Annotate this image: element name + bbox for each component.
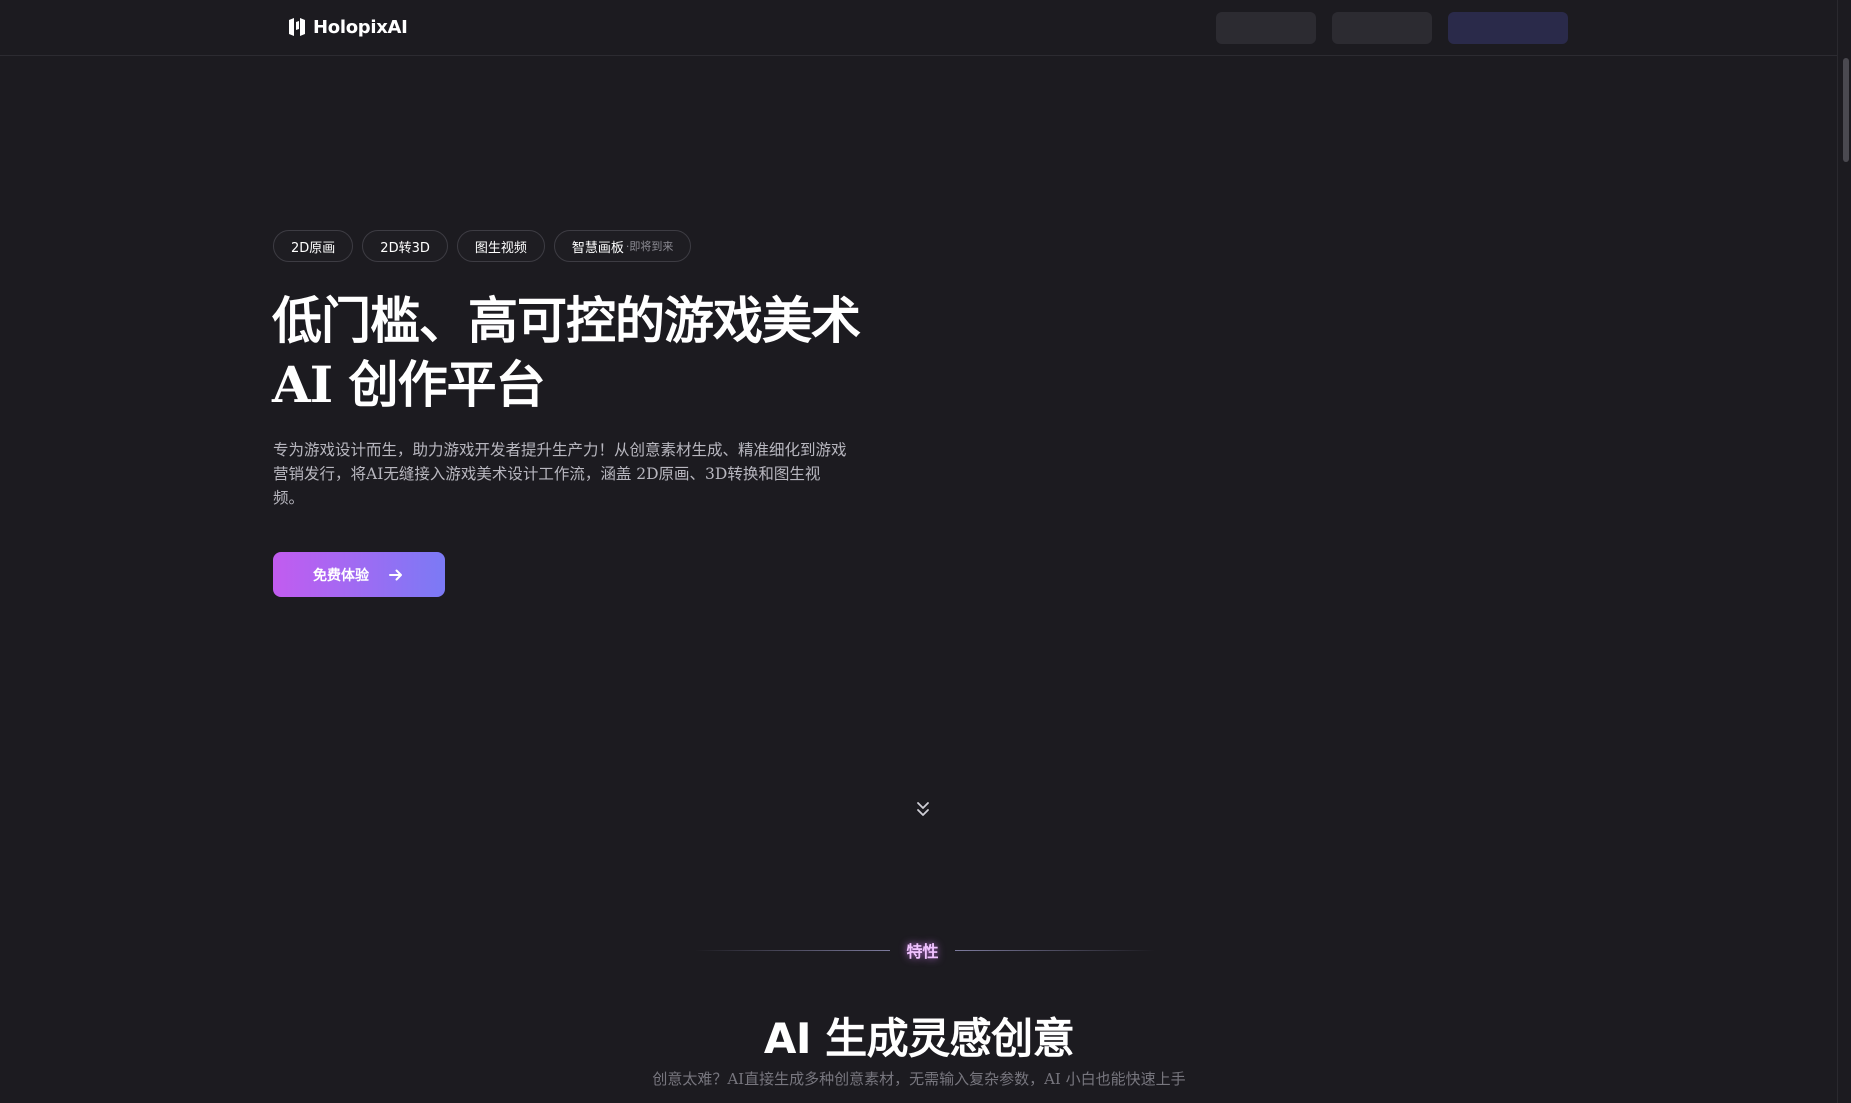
scrollbar[interactable] — [1837, 0, 1851, 1103]
tag-label: 图生视频 — [474, 240, 527, 256]
hero-description: 专为游戏设计而生，助力游戏开发者提升生产力！从创意素材生成、精准细化到游戏营销发… — [273, 441, 847, 507]
hero-title: 低门槛、高可控的游戏美术 AI 创作平台 — [272, 290, 912, 417]
page: HolopixAI 2D原画 2D转3D 图生视频 智慧画板 ·即将到来 低门槛… — [0, 0, 1851, 1103]
tag-smart-canvas[interactable]: 智慧画板 ·即将到来 — [553, 230, 692, 262]
tag-label: 2D原画 — [291, 240, 336, 256]
hero-title-ai: AI — [272, 355, 333, 414]
nav-button-2[interactable] — [1332, 12, 1432, 44]
double-chevron-down-icon[interactable] — [914, 800, 932, 820]
holopix-logo-icon — [289, 18, 305, 36]
scrollbar-thumb[interactable] — [1843, 58, 1849, 162]
free-trial-button[interactable]: 免费体验 — [273, 552, 445, 597]
tag-label: 智慧画板 — [571, 240, 624, 256]
tag-label: 2D转3D — [380, 240, 430, 256]
section-subtitle: 创意太难？AI直接生成多种创意素材，无需输入复杂参数，AI 小白也能快速上手 — [652, 1070, 1186, 1088]
tag-image-to-video[interactable]: 图生视频 — [456, 230, 545, 262]
feature-tags: 2D原画 2D转3D 图生视频 智慧画板 ·即将到来 — [273, 230, 692, 262]
section-label: 特性 — [906, 942, 939, 961]
coming-soon-badge: ·即将到来 — [625, 240, 674, 253]
tag-2d-art[interactable]: 2D原画 — [273, 230, 354, 262]
section-title: AI 生成灵感创意 — [763, 1014, 1075, 1063]
nav-button-primary[interactable] — [1448, 12, 1568, 44]
hero-title-rest: 创作平台 — [332, 356, 546, 414]
hero-title-line-1: 低门槛、高可控的游戏美术 — [272, 292, 861, 350]
hero-title-line-2: AI 创作平台 — [272, 353, 912, 417]
section-divider-left — [695, 950, 890, 951]
arrow-right-icon — [389, 569, 402, 580]
top-nav: HolopixAI — [0, 0, 1838, 56]
nav-button-1[interactable] — [1216, 12, 1316, 44]
tag-2d-to-3d[interactable]: 2D转3D — [362, 230, 448, 262]
section-divider-right — [955, 950, 1155, 951]
brand-name: HolopixAI — [313, 16, 408, 38]
cta-label: 免费体验 — [313, 567, 369, 584]
brand-logo[interactable]: HolopixAI — [287, 16, 408, 38]
